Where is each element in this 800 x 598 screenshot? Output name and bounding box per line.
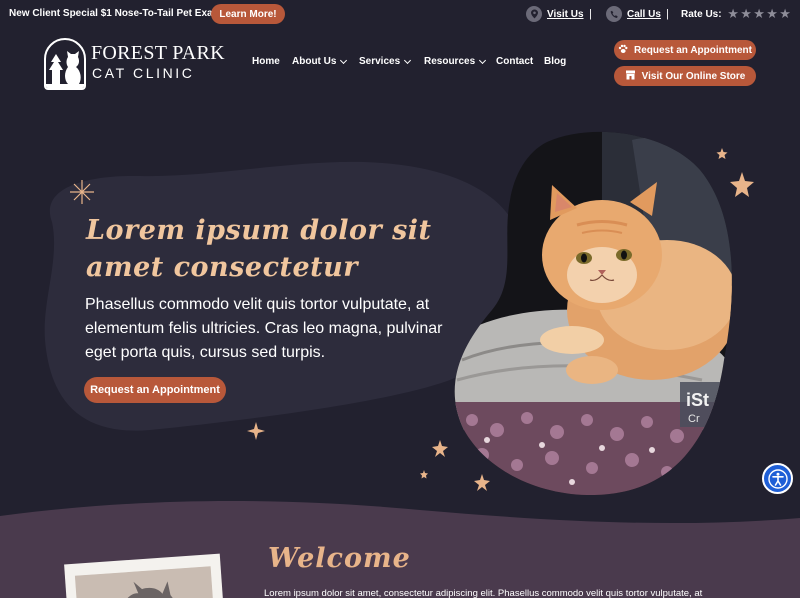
hero-cat-photo: iSt Cr bbox=[452, 130, 742, 495]
welcome-text: Lorem ipsum dolor sit amet, consectetur … bbox=[264, 588, 703, 598]
sparkle-icon bbox=[70, 180, 94, 204]
accessibility-button[interactable] bbox=[762, 463, 793, 494]
star-decoration-icon bbox=[420, 470, 428, 479]
sparkle-icon bbox=[247, 422, 265, 440]
welcome-title: Welcome bbox=[268, 543, 411, 574]
accessibility-icon bbox=[767, 468, 788, 489]
watermark-subtext: Cr bbox=[688, 413, 700, 425]
watermark-text: iSt bbox=[686, 390, 709, 410]
star-decoration-icon bbox=[432, 440, 448, 457]
welcome-photo bbox=[74, 566, 215, 598]
